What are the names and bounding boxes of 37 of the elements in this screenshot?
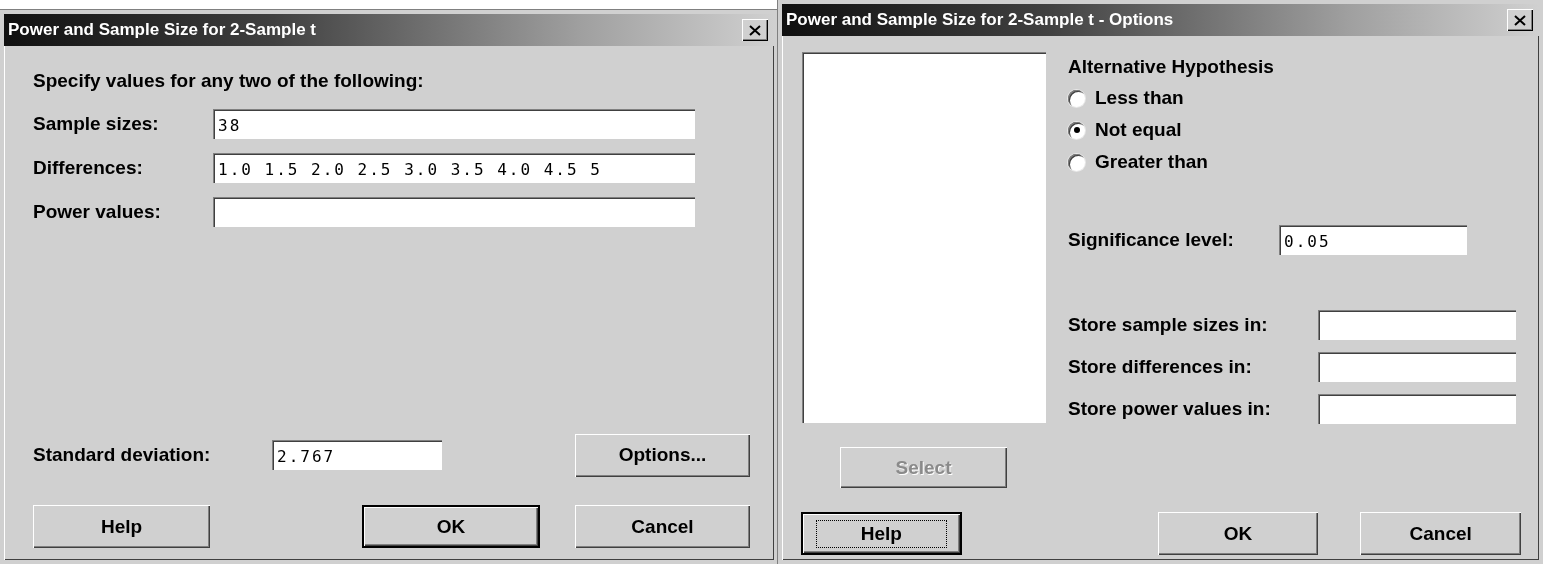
field-label: Significance level: <box>1068 229 1235 251</box>
field-label: Differences: <box>33 157 144 179</box>
radio-button[interactable] <box>1068 153 1085 171</box>
close-button[interactable] <box>742 19 768 41</box>
dialog-button[interactable]: OK <box>362 505 540 548</box>
input-field[interactable] <box>213 197 695 227</box>
radio-button[interactable] <box>1068 121 1085 139</box>
input-field[interactable] <box>1318 394 1516 424</box>
close-icon <box>1514 14 1526 26</box>
input-field[interactable] <box>1318 352 1516 382</box>
radio-button[interactable] <box>1068 89 1085 107</box>
field-label: Sample sizes: <box>33 113 160 135</box>
options-button[interactable]: Options... <box>575 433 750 477</box>
input-field[interactable]: 2.767 <box>272 440 442 470</box>
dialog-button[interactable]: Cancel <box>575 505 750 548</box>
close-icon <box>749 24 761 36</box>
window-title: Power and Sample Size for 2-Sample t - Options <box>786 10 1174 30</box>
field-label: Store differences in: <box>1068 356 1253 378</box>
group-label: Alternative Hypothesis <box>1068 56 1274 78</box>
dialog-button[interactable]: Help <box>801 512 962 555</box>
window-title: Power and Sample Size for 2-Sample t <box>8 20 316 40</box>
radio-label[interactable]: Less than <box>1095 87 1184 109</box>
dialog-button[interactable]: Help <box>33 505 210 548</box>
input-field[interactable] <box>1318 310 1516 340</box>
input-field[interactable]: 1.0 1.5 2.0 2.5 3.0 3.5 4.0 4.5 5 <box>213 153 695 183</box>
radio-label[interactable]: Not equal <box>1095 119 1182 141</box>
field-label: Power values: <box>33 201 162 223</box>
field-label: Store power values in: <box>1068 398 1272 420</box>
input-field[interactable]: 0.05 <box>1279 225 1467 255</box>
dialog-button[interactable]: Cancel <box>1360 512 1521 555</box>
dialog-button[interactable]: OK <box>1157 512 1319 555</box>
input-field[interactable]: 38 <box>213 109 695 139</box>
close-button[interactable] <box>1507 9 1533 31</box>
field-label: Store sample sizes in: <box>1068 314 1269 336</box>
field-label: Standard deviation: <box>33 444 212 466</box>
radio-label[interactable]: Greater than <box>1095 151 1208 173</box>
instruction-text: Specify values for any two of the following: <box>33 70 424 92</box>
